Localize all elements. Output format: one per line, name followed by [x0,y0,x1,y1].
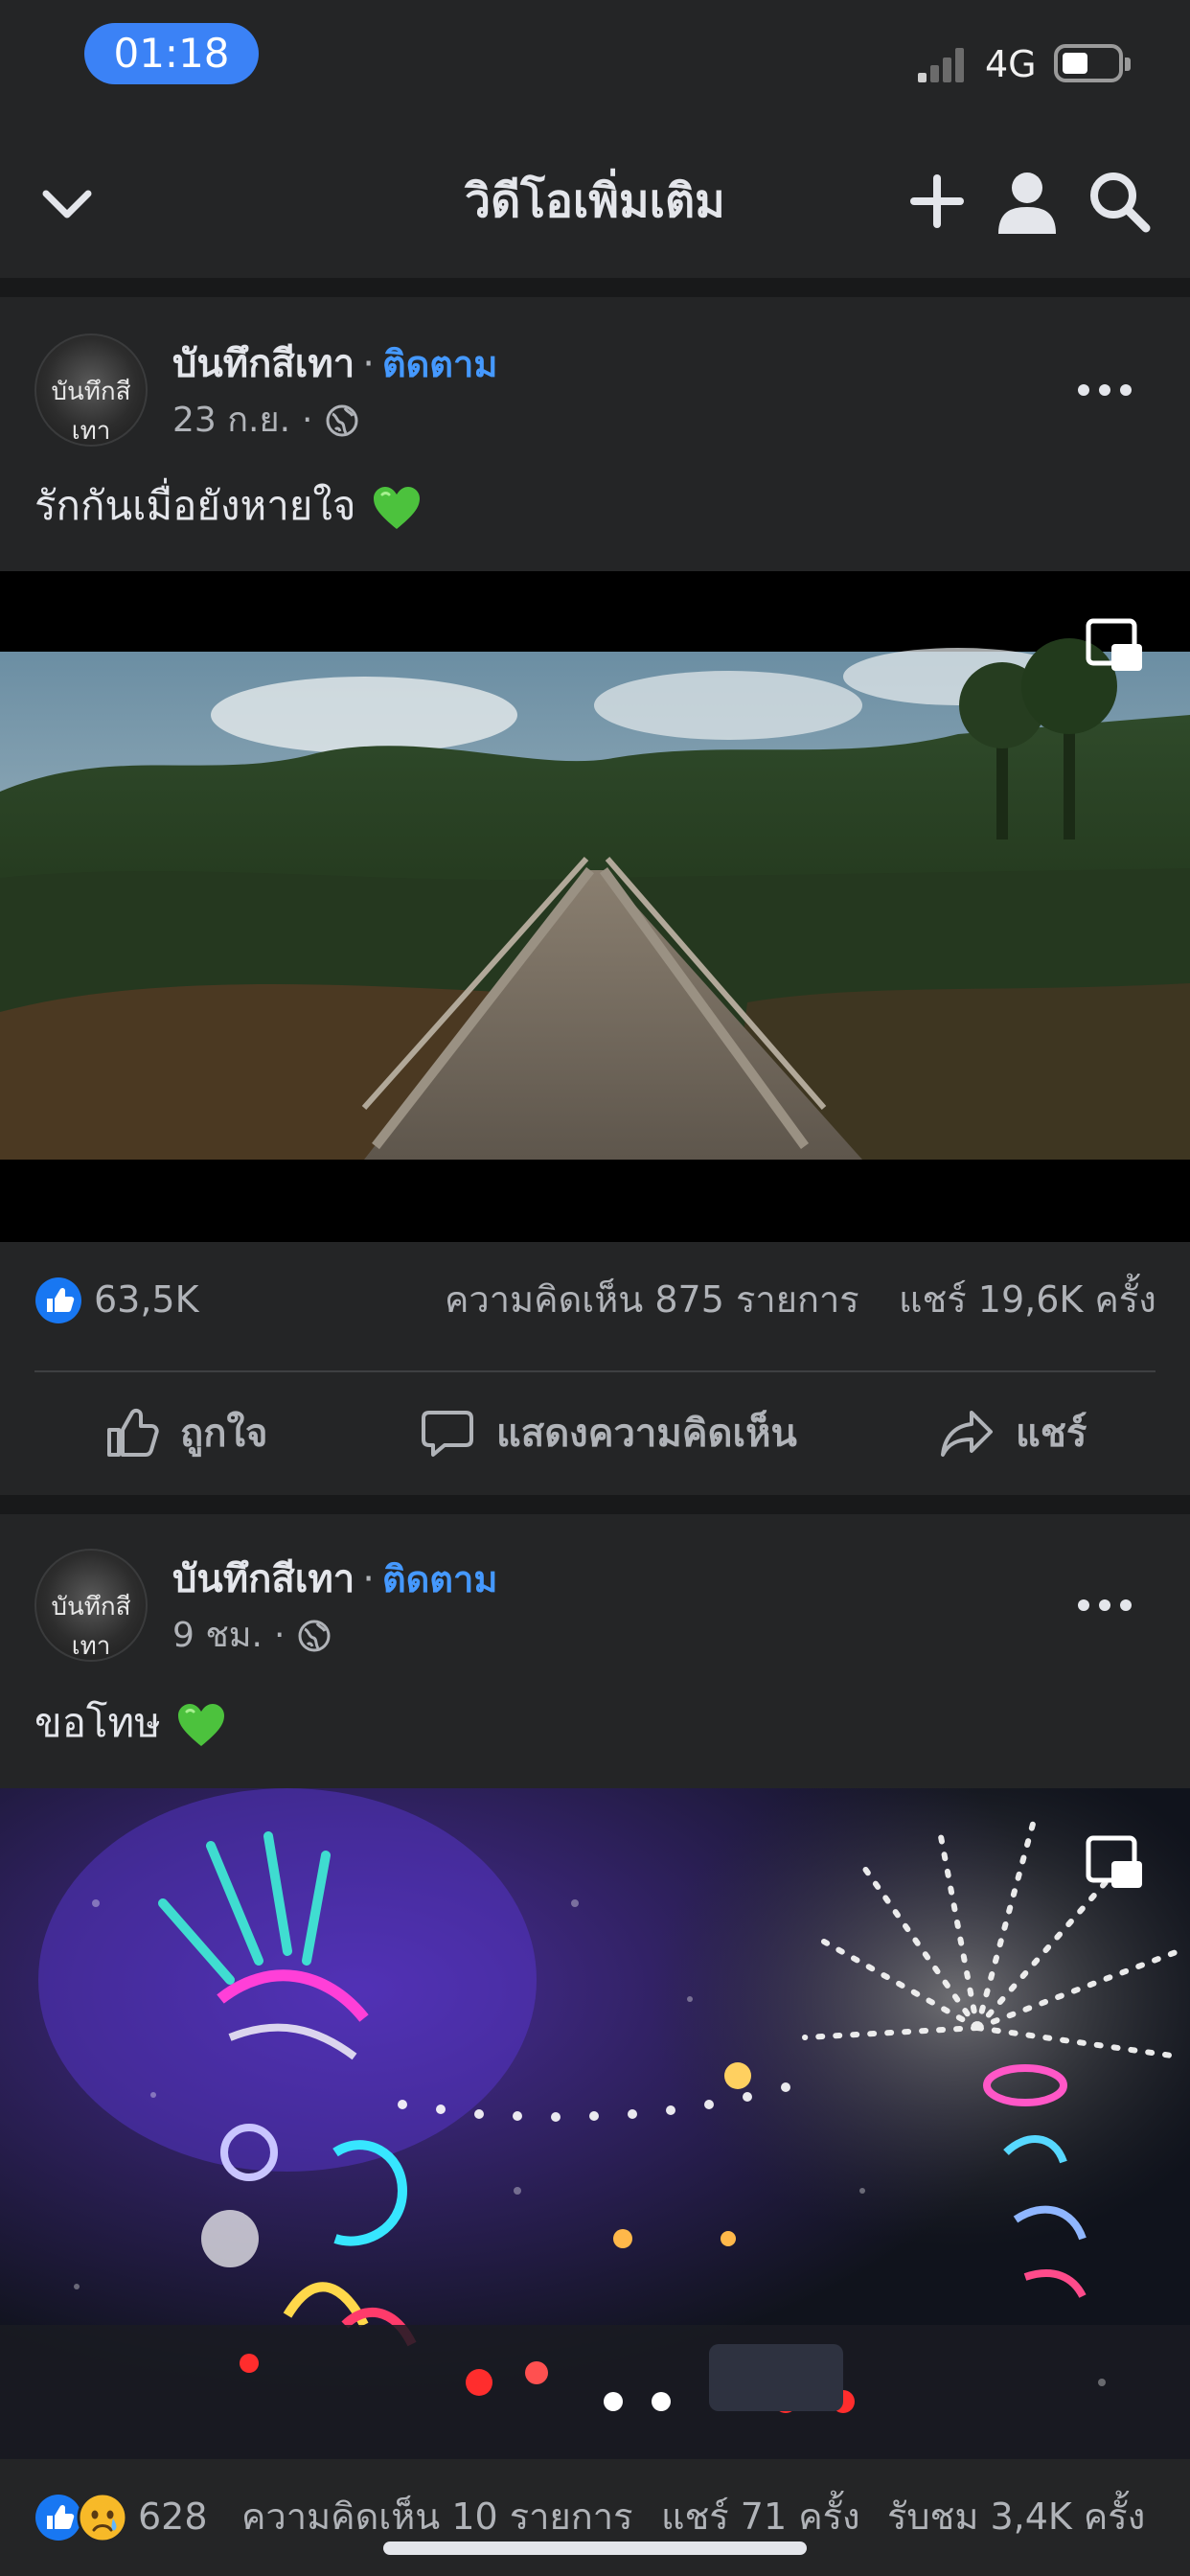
battery-icon [1054,44,1131,82]
search-icon[interactable] [1083,165,1156,238]
reactions-count[interactable]: 628 [138,2490,208,2543]
avatar[interactable]: บันทึกสีเทา [34,334,148,447]
home-indicator[interactable] [383,2542,807,2555]
meta-separator: · [302,401,313,440]
feed-separator [0,1495,1190,1514]
avatar-text: บันทึกสีเทา [51,1593,131,1661]
more-options-icon[interactable] [1071,1591,1138,1620]
post-stats: 63,5K ความคิดเห็น 875 รายการ แชร์ 19,6K … [0,1255,1190,1342]
picture-in-picture-icon[interactable] [1085,1832,1146,1894]
post-meta: 23 ก.ย. · [172,397,360,445]
comment-label: แสดงความคิดเห็น [496,1412,797,1456]
reactions-count[interactable]: 63,5K [94,1273,199,1326]
meta-separator: · [273,1616,286,1655]
follow-button[interactable]: ติดตาม [382,343,497,385]
video-player[interactable] [0,571,1190,1242]
post-meta: 9 ชม. · [172,1612,332,1660]
name-separator: · [362,1557,375,1601]
sad-reaction-icon[interactable] [77,2492,128,2543]
globe-icon [326,404,358,437]
globe-icon [298,1620,331,1652]
page-name[interactable]: บันทึกสีเทา [172,342,355,386]
status-time: 01:18 [84,23,259,84]
video-post: บันทึกสีเทา บันทึกสีเทา · ติดตาม 23 ก.ย. ·… [0,297,1190,1495]
green-heart-icon [178,1703,225,1746]
feed-separator [0,278,1190,297]
comment-button[interactable]: แสดงความคิดเห็น [420,1380,797,1485]
comments-count[interactable]: ความคิดเห็น 10 รายการ [241,2490,633,2543]
video-frame-jungle-bridge [0,571,1190,1242]
post-timestamp[interactable]: 9 ชม. [172,1612,263,1660]
post-caption: รักกันเมื่อยังหายใจ [34,477,423,535]
views-count[interactable]: รับชม 3,4K ครั้ง [887,2490,1145,2543]
name-separator: · [362,342,375,386]
caption-text: รักกันเมื่อยังหายใจ [34,482,356,529]
like-button[interactable]: ถูกใจ [103,1380,267,1485]
green-heart-icon [373,486,420,529]
like-reaction-icon[interactable] [34,2494,82,2542]
share-button[interactable]: แชร์ [939,1380,1087,1485]
caption-text: ขอโทษ [34,1699,161,1746]
top-header: วิดีโอเพิ่มเติม [0,115,1190,278]
profile-icon[interactable] [991,165,1064,238]
post-header: บันทึกสีเทา · ติดตาม [172,337,497,391]
video-player[interactable] [0,1788,1190,2459]
shares-count[interactable]: แชร์ 71 ครั้ง [661,2490,860,2543]
share-label: แชร์ [1016,1412,1087,1456]
avatar[interactable]: บันทึกสีเทา [34,1549,148,1662]
post-header: บันทึกสีเทา · ติดตาม [172,1552,497,1606]
signal-icon [918,46,968,82]
follow-button[interactable]: ติดตาม [382,1558,497,1600]
plus-icon[interactable] [901,165,973,238]
post-timestamp[interactable]: 23 ก.ย. [172,397,290,445]
more-options-icon[interactable] [1071,376,1138,404]
shares-count[interactable]: แชร์ 19,6K ครั้ง [899,1273,1156,1326]
comment-icon [422,1411,473,1457]
post-actions: ถูกใจ แสดงความคิดเห็น แชร์ [0,1380,1190,1485]
network-type: 4G [985,43,1037,85]
page-name[interactable]: บันทึกสีเทา [172,1557,355,1601]
divider [34,1370,1156,1372]
post-caption: ขอโทษ [34,1694,227,1752]
share-arrow-icon [941,1411,993,1457]
like-reaction-icon[interactable] [34,1276,82,1324]
like-label: ถูกใจ [180,1412,268,1456]
thumbs-up-icon [107,1408,159,1457]
video-frame-neon-lights [0,1788,1190,2459]
picture-in-picture-icon[interactable] [1085,615,1146,677]
video-feed-screen: 01:18 4G วิดีโอเพิ่มเติม บันทึกสีเทา บัน… [0,0,1190,2576]
avatar-text: บันทึกสีเทา [51,378,131,446]
status-bar: 01:18 4G [0,0,1190,115]
comments-count[interactable]: ความคิดเห็น 875 รายการ [445,1273,859,1326]
video-post: บันทึกสีเทา บันทึกสีเทา · ติดตาม 9 ชม. · ข… [0,1514,1190,2576]
